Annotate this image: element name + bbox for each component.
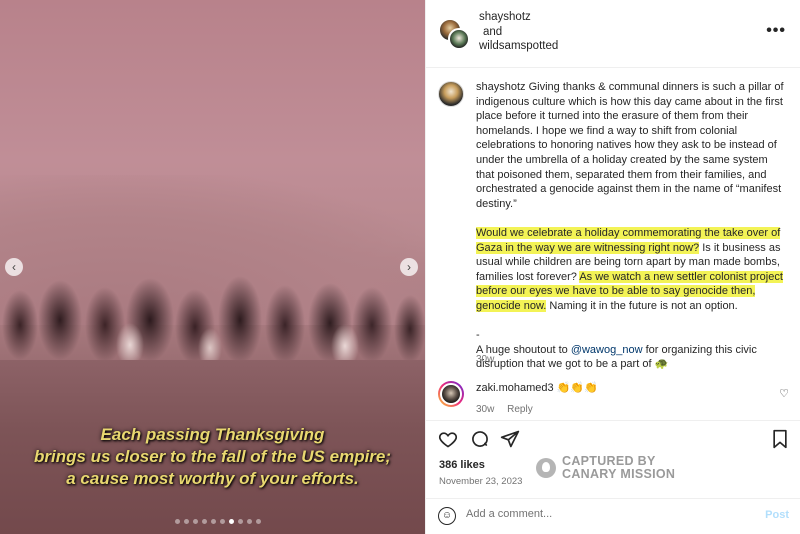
share-icon[interactable]	[500, 429, 520, 452]
carousel-dot	[193, 519, 198, 524]
emoji-icon[interactable]: ☺	[438, 507, 456, 525]
collab-avatars[interactable]	[438, 18, 472, 52]
comment-icon[interactable]	[470, 429, 490, 452]
caption-paragraph: Would we celebrate a holiday commemorati…	[476, 226, 788, 314]
comment-like-icon[interactable]: ♡	[779, 387, 789, 400]
post-media[interactable]: Each passing Thanksgiving brings us clos…	[0, 0, 425, 534]
carousel-dot	[184, 519, 189, 524]
comments-section[interactable]: shayshotz Giving thanks & communal dinne…	[426, 69, 800, 414]
carousel-dot	[220, 519, 225, 524]
carousel-next-button[interactable]: ›	[400, 258, 418, 276]
comment-timestamp: 30w	[476, 404, 495, 414]
carousel-dot	[247, 519, 252, 524]
carousel-dots	[175, 519, 261, 524]
avatar[interactable]	[448, 28, 470, 50]
caption-username[interactable]: shayshotz	[476, 81, 526, 93]
watermark: CAPTURED BY CANARY MISSION	[536, 455, 675, 481]
header-username[interactable]: shayshotz	[479, 10, 558, 25]
action-bar	[426, 420, 800, 454]
likes-count[interactable]: 386 likes	[439, 459, 485, 471]
media-caption-line: a cause most worthy of your efforts.	[66, 469, 359, 488]
canary-logo-icon	[536, 458, 556, 478]
comment-input[interactable]	[466, 508, 746, 520]
watermark-line: CANARY MISSION	[562, 467, 676, 481]
caption-text: Naming it in the future is not an option…	[546, 299, 738, 312]
post-button[interactable]: Post	[765, 509, 789, 521]
post-date: November 23, 2023	[439, 476, 523, 487]
header-username[interactable]: wildsamspotted	[479, 39, 558, 54]
media-caption-line: brings us closer to the fall of the US e…	[33, 447, 392, 466]
media-caption: Each passing Thanksgiving brings us clos…	[0, 424, 425, 490]
caption-paragraph: A huge shoutout to @wawog_now for organi…	[476, 343, 788, 372]
reply-button[interactable]: Reply	[507, 404, 533, 414]
comment-username[interactable]: zaki.mohamed3	[476, 382, 554, 394]
carousel-dot	[211, 519, 216, 524]
caption-paragraph: Giving thanks & communal dinners is such…	[476, 81, 784, 210]
caption-timestamp: 30w	[476, 354, 495, 365]
carousel-dot	[238, 519, 243, 524]
post-panel: shayshotz and wildsamspotted ••• shaysho…	[425, 0, 800, 534]
post-header: shayshotz and wildsamspotted •••	[426, 0, 800, 68]
media-caption-line: Each passing Thanksgiving	[100, 425, 325, 444]
comment-item: zaki.mohamed3 👏👏👏	[476, 381, 598, 394]
like-icon[interactable]	[438, 429, 458, 452]
bookmark-icon[interactable]	[771, 429, 789, 452]
avatar[interactable]	[438, 81, 464, 107]
add-comment-bar: ☺ Post	[426, 498, 800, 534]
more-options-icon[interactable]: •••	[766, 22, 786, 40]
post-caption: shayshotz Giving thanks & communal dinne…	[476, 80, 788, 372]
carousel-dot	[202, 519, 207, 524]
carousel-dot	[229, 519, 234, 524]
header-joiner: and	[483, 25, 503, 38]
caption-dash: -	[476, 329, 480, 342]
carousel-dot	[256, 519, 261, 524]
comment-meta: 30w Reply	[476, 404, 543, 414]
mention-link[interactable]: @wawog_now	[571, 344, 643, 356]
carousel-dot	[175, 519, 180, 524]
carousel-prev-button[interactable]: ‹	[5, 258, 23, 276]
avatar[interactable]	[438, 381, 464, 407]
collab-names: shayshotz and wildsamspotted	[479, 10, 558, 54]
comment-text: 👏👏👏	[556, 382, 598, 394]
